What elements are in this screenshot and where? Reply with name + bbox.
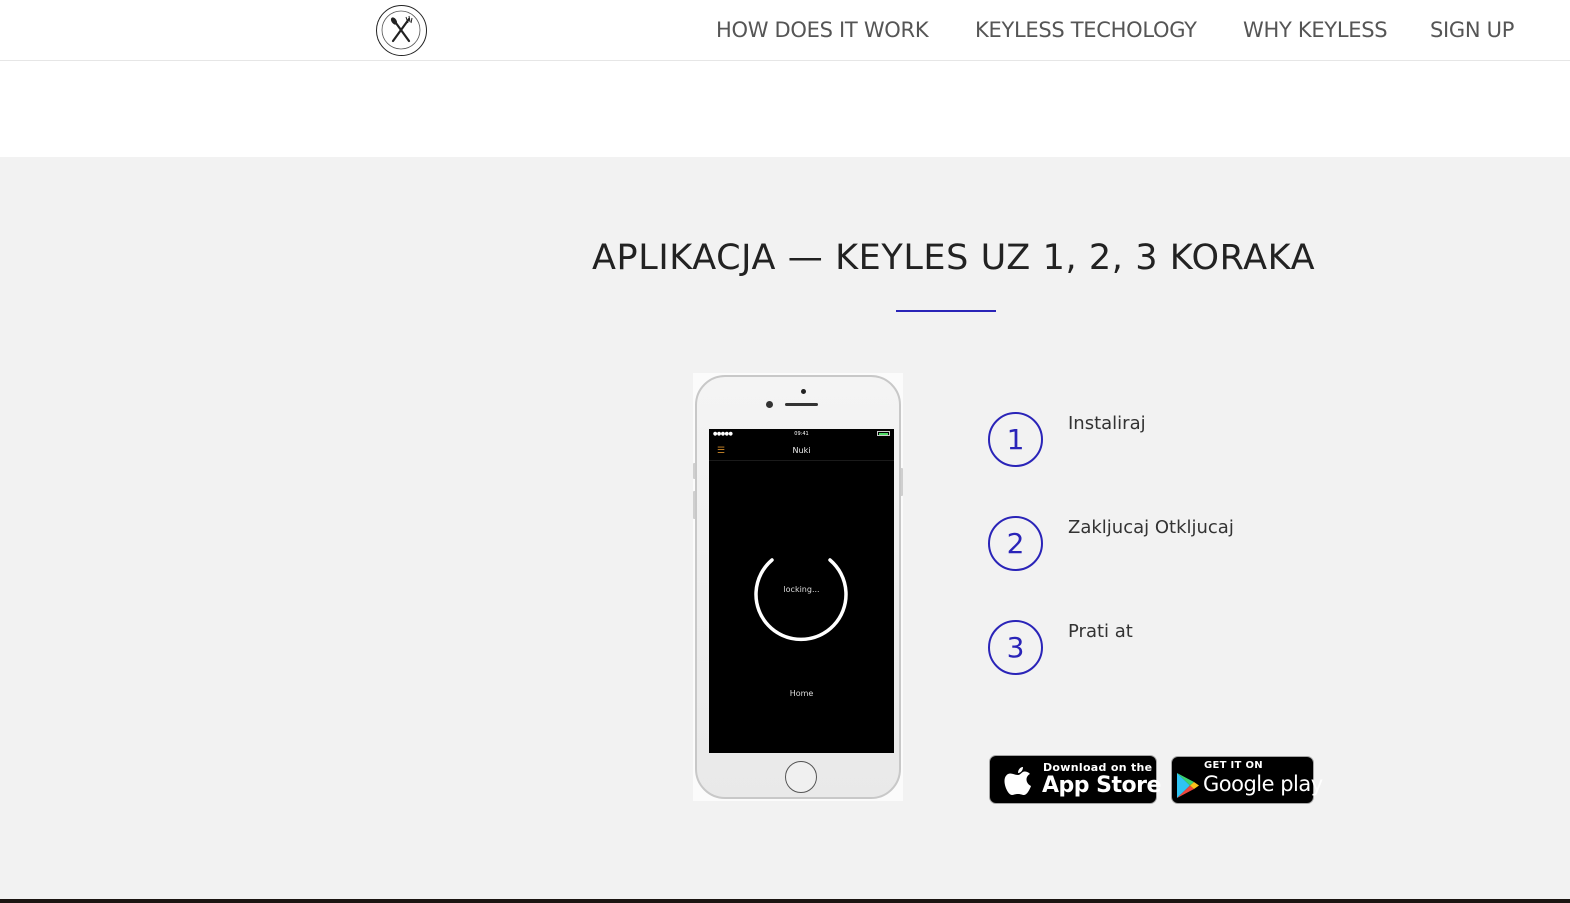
phone-screen: ●●●●● 09:41 ☰ Nuki locking... Home xyxy=(709,429,894,753)
step-3: 3 Prati at xyxy=(988,620,1288,680)
step-label: Instaliraj xyxy=(1068,413,1146,434)
google-play-icon xyxy=(1177,773,1199,798)
lock-location-text: Home xyxy=(789,689,814,698)
top-navbar: HOW DOES IT WORK KEYLESS TECHOLOGY WHY K… xyxy=(0,0,1570,61)
nav-how-does-it-work[interactable]: HOW DOES IT WORK xyxy=(716,18,929,42)
nav-why-keyless[interactable]: WHY KEYLESS xyxy=(1243,18,1388,42)
nav-sign-up[interactable]: SIGN UP xyxy=(1430,18,1514,42)
phone-front-lens xyxy=(766,401,773,408)
phone-mockup-image: ●●●●● 09:41 ☰ Nuki locking... Home xyxy=(693,373,903,801)
nav-keyless-technology[interactable]: KEYLESS TECHOLOGY xyxy=(975,18,1197,42)
title-underline xyxy=(896,310,996,312)
step-1: 1 Instaliraj xyxy=(988,412,1288,472)
google-play-small-text: GET IT ON xyxy=(1204,760,1263,771)
step-2: 2 Zakljucaj Otkljucaj xyxy=(988,516,1288,576)
step-label: Prati at xyxy=(1068,621,1133,642)
step-label: Zakljucaj Otkljucaj xyxy=(1068,517,1234,538)
lock-status-text: locking... xyxy=(783,585,820,594)
header-spacer xyxy=(0,61,1570,157)
next-section-edge xyxy=(0,899,1570,903)
app-header: ☰ Nuki xyxy=(709,439,894,461)
step-number-circle: 3 xyxy=(988,620,1043,675)
status-bar: ●●●●● 09:41 xyxy=(709,429,894,439)
google-play-badge[interactable]: GET IT ON Google play xyxy=(1171,756,1323,804)
step-number-circle: 1 xyxy=(988,412,1043,467)
main-nav: HOW DOES IT WORK KEYLESS TECHOLOGY WHY K… xyxy=(0,18,1570,48)
google-play-big-text: Google play xyxy=(1203,772,1323,796)
app-store-badge[interactable]: Download on the App Store xyxy=(989,755,1161,804)
app-title: Nuki xyxy=(792,446,811,455)
phone-body: ●●●●● 09:41 ☰ Nuki locking... Home xyxy=(695,375,901,799)
status-time: 09:41 xyxy=(794,431,809,437)
phone-home-button xyxy=(785,761,817,793)
step-number-circle: 2 xyxy=(988,516,1043,571)
battery-icon xyxy=(877,431,890,436)
apple-icon xyxy=(1004,767,1031,795)
phone-speaker xyxy=(785,403,818,406)
app-store-big-text: App Store xyxy=(1042,773,1161,798)
section-title: APLIKACJA — KEYLES UZ 1, 2, 3 KORAKA xyxy=(592,238,1316,278)
phone-camera xyxy=(801,389,806,394)
